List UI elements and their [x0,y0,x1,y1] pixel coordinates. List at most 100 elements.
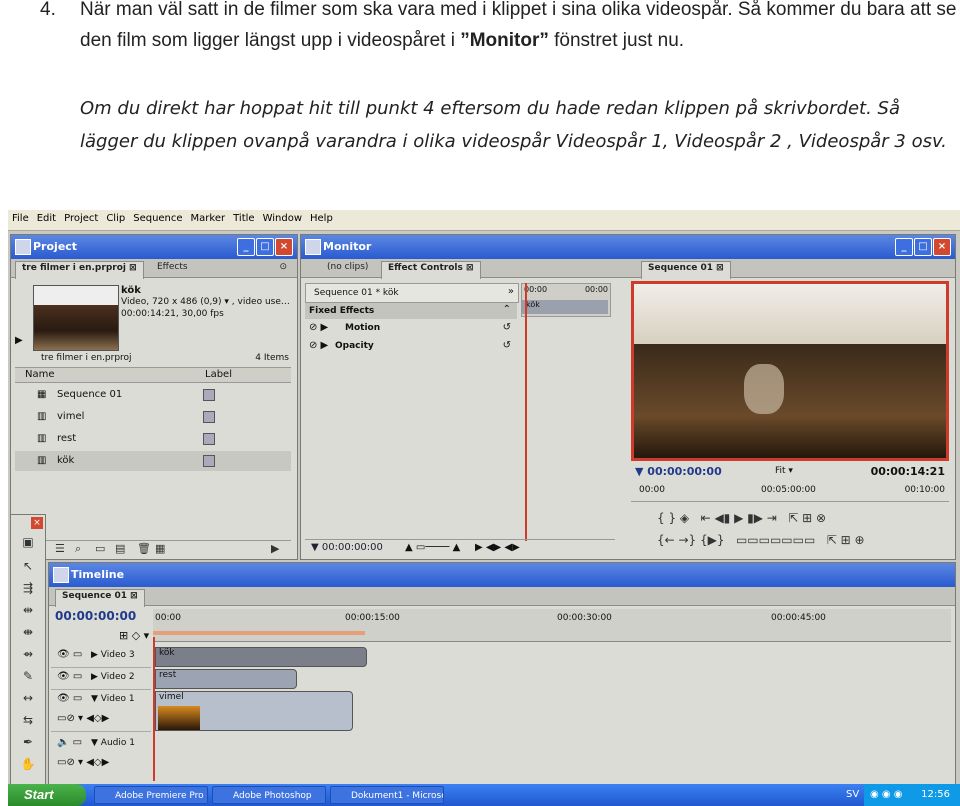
program-video[interactable] [631,281,949,461]
keyframe-icon[interactable]: ▭⊘ ▾ ◀◇▶ [57,757,109,768]
ec-timeline: 00:00 00:00 kök [521,283,611,317]
motion-row[interactable]: ⊘ ▶ Motion ↺ [305,321,517,337]
keyframe-icon[interactable]: ▭⊘ ▾ ◀◇▶ [57,713,109,724]
minimize-icon[interactable]: _ [895,238,913,256]
fit-select[interactable]: Fit ▾ [775,466,793,476]
transport-controls-2[interactable]: {← →} {▶} ▭▭▭▭▭▭▭ ⇱ ⊞ ⊕ [657,533,865,547]
list-item[interactable]: ▥ rest [15,429,291,449]
monitor-time-row: ▼ 00:00:00:00 Fit ▾ 00:00:14:21 [631,465,949,479]
snap-icon[interactable]: ⊞ ◇ ▾ [119,629,149,642]
track-header: 👁 ▭ ▼ Video 1 ▭⊘ ▾ ◀◇▶ [51,689,151,732]
collapse-icon[interactable]: ⌃ [503,304,511,315]
eye-icon[interactable]: 👁 ▭ [57,649,82,660]
menu-edit[interactable]: Edit [33,210,60,224]
tab-effect-controls[interactable]: Effect Controls ⊠ [381,261,481,279]
col-name[interactable]: Name [25,369,55,380]
rate-stretch-icon[interactable]: ⇴ [19,645,37,663]
work-area-bar[interactable] [153,631,365,635]
clip-info-line2: 00:00:14:21, 30,00 fps [121,309,224,319]
razor-icon[interactable]: ✎ [19,667,37,685]
eye-icon[interactable]: 👁 ▭ [57,671,82,682]
monitor-timecode[interactable]: ▼ 00:00:00:00 [635,465,722,478]
label-swatch [203,411,215,423]
close-icon[interactable]: × [275,238,293,256]
opacity-row[interactable]: ⊘ ▶ Opacity ↺ [305,339,517,355]
menu-sequence[interactable]: Sequence [129,210,186,224]
toggle-effect-icon[interactable]: ⊘ ▶ [309,322,328,333]
ec-clip[interactable]: kök [522,300,608,314]
eye-icon[interactable]: 👁 ▭ [57,693,82,704]
maximize-icon[interactable]: □ [256,238,274,256]
ec-timecode[interactable]: ▼ 00:00:00:00 [311,542,383,553]
menu-clip[interactable]: Clip [102,210,129,224]
list-view-icon[interactable]: ☰ [55,542,65,555]
menu-title[interactable]: Title [229,210,258,224]
zoom-slider[interactable]: ▲ ▭──── ▲ [405,542,460,553]
items-count: 4 Items [255,353,289,363]
sequence-icon: ▦ [37,389,47,400]
project-file-name: tre filmer i en.prproj [41,353,132,363]
monitor-ruler[interactable]: 00:00 00:05:00:00 00:10:00 [631,483,949,502]
menu-file[interactable]: File [8,210,33,224]
language-indicator[interactable]: SV [846,784,859,806]
ec-playhead[interactable] [525,283,527,541]
project-tabs: tre filmer i en.prproj ⊠ Effects ⊙ [11,259,297,279]
rolling-edit-icon[interactable]: ⇼ [19,623,37,641]
speaker-icon[interactable]: 🔈 ▭ [57,737,82,748]
close-icon[interactable]: × [31,517,43,529]
maximize-icon[interactable]: □ [914,238,932,256]
bin-icon[interactable]: ▭ [95,542,105,555]
clear-icon[interactable]: 🗑 [137,542,151,555]
reset-icon[interactable]: ↺ [503,322,511,333]
scroll-right-icon[interactable]: ▶ [271,542,279,555]
menu-window[interactable]: Window [259,210,306,224]
selection-tool-icon[interactable]: ↖ [19,557,37,575]
expand-icon[interactable]: » [508,286,514,297]
film-icon: ▥ [37,455,47,466]
pen-icon[interactable]: ✒ [19,733,37,751]
clip-video3[interactable]: kök [155,647,367,667]
task-word[interactable]: Dokument1 - Microsof… [330,786,444,804]
list-item[interactable]: ▥ vimel [15,407,291,427]
panel-menu-icon[interactable]: ⊙ [273,261,293,278]
hand-icon[interactable]: ✋ [19,755,37,773]
tray-icons[interactable]: ◉ ◉ ◉ [870,784,903,806]
slip-icon[interactable]: ↔ [19,689,37,707]
reset-icon[interactable]: ↺ [503,340,511,351]
list-item[interactable]: ▦ Sequence 01 [15,385,291,405]
timeline-ruler[interactable]: 00:00 00:00:15:00 00:00:30:00 00:00:45:0… [153,609,951,642]
ripple-edit-icon[interactable]: ⇹ [19,601,37,619]
list-item[interactable]: ▥ kök [15,451,291,471]
freeform-icon[interactable]: ▦ [155,542,165,555]
track-select-icon[interactable]: ⇶ [19,579,37,597]
tab-no-clips[interactable]: (no clips) [321,261,374,278]
clip-video1[interactable]: vimel [155,691,353,731]
label-swatch [203,433,215,445]
track-header: 👁 ▭ ▶ Video 2 [51,667,151,690]
slide-icon[interactable]: ⇆ [19,711,37,729]
play-thumbnail-icon[interactable]: ▶ [15,335,23,346]
minimize-icon[interactable]: _ [237,238,255,256]
menu-project[interactable]: Project [60,210,102,224]
tab-effects[interactable]: Effects [151,261,194,278]
task-photoshop[interactable]: Adobe Photoshop [212,786,326,804]
start-button[interactable]: Start [8,784,86,806]
tools-logo-icon: ▣ [22,535,34,549]
menu-help[interactable]: Help [306,210,337,224]
close-icon[interactable]: × [933,238,951,256]
timeline-app-icon [53,567,69,583]
ec-controls-icon[interactable]: ▶ ◀▶ ◀▶ [475,542,520,553]
new-item-icon[interactable]: ▤ [115,542,125,555]
menu-marker[interactable]: Marker [187,210,230,224]
tab-project-file[interactable]: tre filmer i en.prproj ⊠ [15,261,144,279]
toggle-effect-icon[interactable]: ⊘ ▶ [309,340,328,351]
find-icon[interactable]: ⌕ [75,542,81,556]
task-premiere[interactable]: Adobe Premiere Pro -… [94,786,208,804]
ec-sequence-row: Sequence 01 * kök » [305,283,519,303]
tab-sequence-01[interactable]: Sequence 01 ⊠ [55,589,145,607]
clip-video2[interactable]: rest [155,669,297,689]
timeline-timecode[interactable]: 00:00:00:00 [55,609,136,623]
col-label[interactable]: Label [205,369,232,380]
tab-sequence[interactable]: Sequence 01 ⊠ [641,261,731,279]
transport-controls[interactable]: { } ◈ ⇤ ◀▮ ▶ ▮▶ ⇥ ⇱ ⊞ ⊗ [657,511,826,525]
